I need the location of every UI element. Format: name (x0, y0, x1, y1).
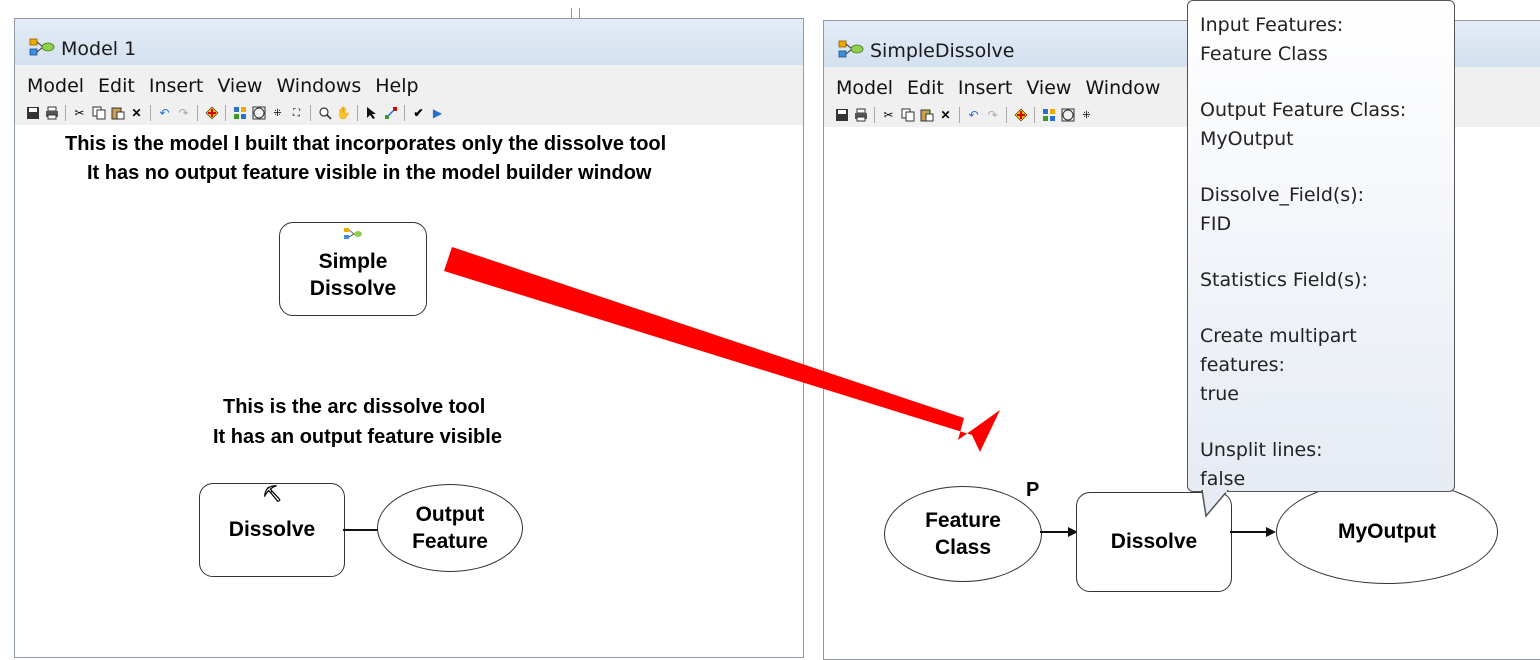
auto-layout-icon[interactable] (1041, 108, 1056, 123)
output-feature-node[interactable]: Output Feature (377, 484, 523, 572)
toolbar: ✂ ✕ ↶ ↷ ⁜ (834, 107, 1094, 123)
save-icon[interactable] (834, 108, 849, 123)
paste-icon[interactable] (110, 106, 125, 121)
tooltip-input-features: Input Features: Feature Class (1200, 14, 1344, 65)
add-data-icon[interactable] (1013, 108, 1028, 123)
dissolve-label: Dissolve (228, 518, 316, 542)
simple-dissolve-node[interactable]: Simple Dissolve (279, 222, 427, 316)
model-icon (838, 40, 864, 58)
hammer-icon: ⛏ (262, 486, 283, 503)
print-icon[interactable] (44, 106, 59, 121)
menu-model[interactable]: Model (27, 75, 84, 97)
connect-icon[interactable] (383, 106, 398, 121)
add-data-icon[interactable] (204, 106, 219, 121)
zoom-in-icon[interactable] (317, 106, 332, 121)
print-icon[interactable] (853, 108, 868, 123)
model-canvas: This is the model I built that incorpora… (15, 125, 803, 657)
fixed-zoom-in-icon[interactable]: ⁜ (1079, 108, 1094, 123)
menu-view[interactable]: View (217, 75, 262, 97)
menu-edit[interactable]: Edit (907, 77, 944, 99)
note-top-line1: This is the model I built that incorpora… (65, 133, 667, 155)
window-gap-mark (571, 8, 572, 18)
title-bar: Model 1 (15, 19, 803, 65)
myoutput-node[interactable]: MyOutput (1276, 480, 1498, 584)
copy-icon[interactable] (91, 106, 106, 121)
myoutput-label: MyOutput (1338, 520, 1436, 544)
toolbar: ✂ ✕ ↶ ↷ ⁜ ⛶ ✋ ✔ ▶ (25, 105, 445, 121)
pan-icon[interactable]: ✋ (336, 106, 351, 121)
run-icon[interactable]: ▶ (430, 106, 445, 121)
tooltip-pointer (1201, 490, 1229, 518)
copy-icon[interactable] (900, 108, 915, 123)
parameter-tooltip: Input Features: Feature Class Output Fea… (1187, 0, 1455, 492)
undo-icon[interactable]: ↶ (966, 108, 981, 123)
auto-layout-icon[interactable] (232, 106, 247, 121)
full-extent-icon[interactable] (251, 106, 266, 121)
menu-model[interactable]: Model (836, 77, 893, 99)
select-icon[interactable] (364, 106, 379, 121)
delete-icon[interactable]: ✕ (938, 108, 953, 123)
full-extent-icon[interactable] (1060, 108, 1075, 123)
window-title: Model 1 (61, 38, 137, 60)
connector-arrow (1230, 527, 1276, 537)
delete-icon[interactable]: ✕ (129, 106, 144, 121)
model-icon (29, 38, 55, 56)
dissolve-tool-node[interactable]: ⛏ Dissolve (199, 483, 345, 577)
redo-icon[interactable]: ↷ (176, 106, 191, 121)
note-bottom-line2: It has an output feature visible (213, 426, 502, 448)
menu-windows[interactable]: Window (1085, 77, 1160, 99)
menu-bar: Model Edit Insert View Windows Help ✂ ✕ … (15, 65, 803, 126)
simple-dissolve-label: Simple Dissolve (309, 249, 397, 300)
tooltip-statistics-fields: Statistics Field(s): (1200, 269, 1368, 291)
paste-icon[interactable] (919, 108, 934, 123)
menu-edit[interactable]: Edit (98, 75, 135, 97)
note-top-line2: It has no output feature visible in the … (87, 162, 652, 184)
menu-help[interactable]: Help (375, 75, 418, 97)
output-feature-label: Output Feature (412, 502, 488, 553)
cut-icon[interactable]: ✂ (72, 106, 87, 121)
menu-windows[interactable]: Windows (276, 75, 361, 97)
connector-arrow (1040, 527, 1078, 537)
tooltip-dissolve-fields: Dissolve_Field(s): FID (1200, 184, 1365, 235)
redo-icon[interactable]: ↷ (985, 108, 1000, 123)
window-title: SimpleDissolve (870, 40, 1015, 62)
undo-icon[interactable]: ↶ (157, 106, 172, 121)
fixed-zoom-in-icon[interactable]: ⁜ (270, 106, 285, 121)
tooltip-output-feature-class: Output Feature Class: MyOutput (1200, 99, 1407, 150)
validate-icon[interactable]: ✔ (411, 106, 426, 121)
dissolve-label: Dissolve (1110, 530, 1198, 554)
model-tool-icon (344, 228, 362, 239)
parameter-marker: P (1026, 479, 1040, 501)
save-icon[interactable] (25, 106, 40, 121)
tooltip-unsplit-lines: Unsplit lines: false (1200, 439, 1323, 490)
feature-class-label: Feature Class (925, 508, 1001, 559)
tooltip-create-multipart: Create multipart features: true (1200, 325, 1357, 405)
menu-insert[interactable]: Insert (149, 75, 204, 97)
cut-icon[interactable]: ✂ (881, 108, 896, 123)
note-bottom-line1: This is the arc dissolve tool (223, 396, 486, 418)
menu-view[interactable]: View (1026, 77, 1071, 99)
feature-class-node[interactable]: Feature Class (884, 486, 1042, 582)
model-1-window: Model 1 Model Edit Insert View Windows H… (14, 18, 804, 658)
window-gap-mark (579, 8, 580, 18)
fixed-zoom-out-icon[interactable]: ⛶ (289, 106, 304, 121)
menu-insert[interactable]: Insert (958, 77, 1013, 99)
